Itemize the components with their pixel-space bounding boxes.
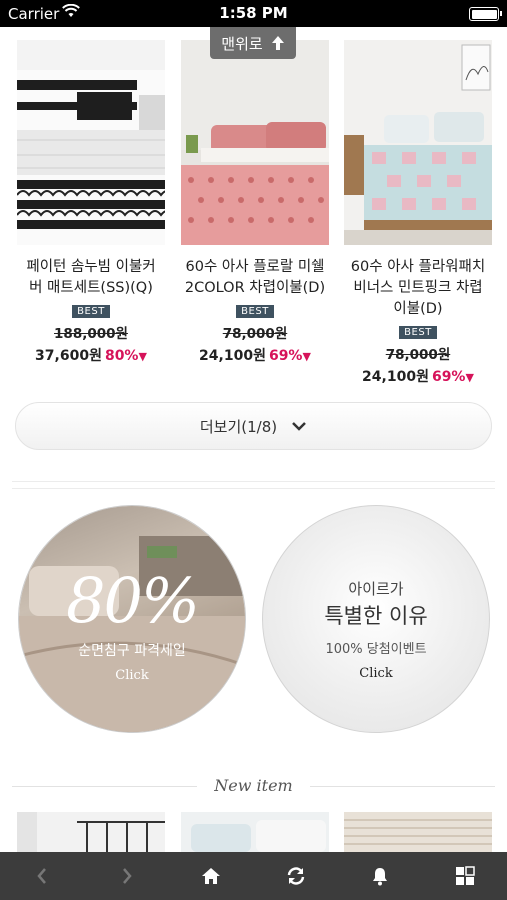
best-badge: BEST [399, 326, 437, 339]
sale-price: 24,100원 [199, 348, 266, 364]
new-item-thumbnail[interactable] [17, 812, 165, 852]
divider [12, 488, 495, 489]
promo-sale-banner[interactable]: 80% 순면침구 파격세일 Click [18, 505, 246, 733]
discount-rate: 69% [431, 369, 466, 385]
product-card[interactable]: 페이턴 솜누빔 이불커 버 매트세트(SS)(Q) BEST 188,000원 … [17, 40, 165, 365]
sale-price-row: 24,100원 69%▼ [344, 366, 492, 386]
down-triangle-icon: ▼ [465, 371, 474, 384]
load-more-label: 더보기(1/8) [199, 417, 278, 436]
product-grid: 페이턴 솜누빔 이불커 버 매트세트(SS)(Q) BEST 188,000원 … [0, 40, 507, 385]
down-triangle-icon: ▼ [138, 350, 147, 363]
product-card[interactable]: 60수 아사 플라워패치 비너스 민트핑크 차렵 이불(D) BEST 78,0… [344, 40, 492, 386]
back-button[interactable] [22, 856, 62, 896]
scroll-top-button[interactable]: 맨위로 [210, 27, 296, 59]
grid-icon [455, 866, 475, 885]
home-button[interactable] [191, 856, 231, 896]
home-icon [202, 868, 221, 884]
product-image[interactable] [181, 40, 329, 245]
best-badge: BEST [72, 305, 110, 318]
product-image[interactable] [344, 40, 492, 245]
new-item-thumbnail[interactable] [181, 812, 329, 852]
section-title: New item [0, 776, 507, 795]
bottom-toolbar [0, 852, 507, 900]
clock: 1:58 PM [219, 4, 288, 22]
divider [12, 481, 495, 482]
down-triangle-icon: ▼ [302, 350, 311, 363]
arrow-up-icon [271, 36, 284, 50]
refresh-icon [287, 867, 304, 885]
product-name[interactable]: 60수 아사 플라워패치 비너스 민트핑크 차렵 이불(D) [344, 257, 492, 320]
battery-icon [469, 7, 502, 21]
discount-rate: 80% [104, 348, 139, 364]
back-icon [37, 868, 47, 884]
best-badge: BEST [236, 305, 274, 318]
promo-event-line2: 특별한 이유 [324, 604, 428, 628]
product-image[interactable] [17, 40, 165, 245]
chevron-down-icon [292, 422, 307, 431]
promo-event-line1: 아이르가 [348, 580, 404, 598]
sale-price: 37,600원 [35, 348, 102, 364]
forward-button[interactable] [107, 856, 147, 896]
product-name[interactable]: 60수 아사 플로랄 미쉘 2COLOR 차렵이불(D) [181, 257, 329, 299]
discount-rate: 69% [268, 348, 303, 364]
promo-sale-cta: Click [115, 668, 149, 683]
promo-sale-subtitle: 순면침구 파격세일 [78, 643, 186, 659]
load-more-button[interactable]: 더보기(1/8) [15, 402, 492, 450]
product-card[interactable]: 60수 아사 플로랄 미쉘 2COLOR 차렵이불(D) BEST 78,000… [181, 40, 329, 365]
sale-price: 24,100원 [362, 369, 429, 385]
sale-price-row: 37,600원 80%▼ [17, 345, 165, 365]
new-item-thumbnail[interactable] [344, 812, 492, 852]
forward-icon [122, 868, 132, 884]
original-price: 188,000원 [54, 326, 128, 342]
status-bar: Carrier 1:58 PM [0, 0, 507, 27]
promo-sale-headline: 80% [66, 564, 200, 637]
promo-event-cta: Click [359, 666, 393, 681]
product-name[interactable]: 페이턴 솜누빔 이불커 버 매트세트(SS)(Q) [17, 257, 165, 299]
original-price: 78,000원 [385, 347, 451, 363]
refresh-button[interactable] [276, 856, 316, 896]
notification-button[interactable] [360, 856, 400, 896]
promo-event-line3: 100% 당첨이벤트 [325, 642, 427, 657]
bell-icon [373, 868, 388, 886]
scroll-top-label: 맨위로 [221, 34, 263, 53]
promo-event-banner[interactable]: 아이르가 특별한 이유 100% 당첨이벤트 Click [262, 505, 490, 733]
sale-price-row: 24,100원 69%▼ [181, 345, 329, 365]
original-price: 78,000원 [222, 326, 288, 342]
menu-button[interactable] [445, 856, 485, 896]
